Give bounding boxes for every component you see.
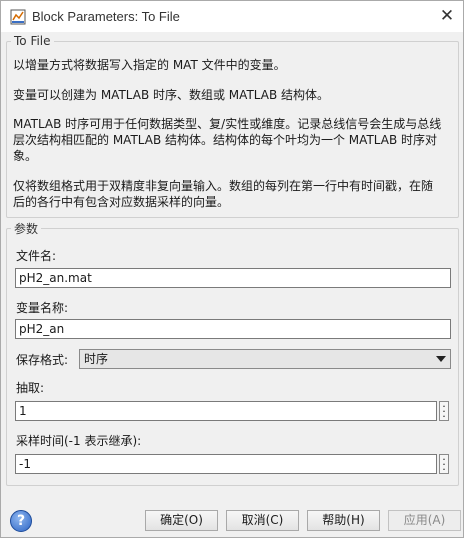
description-paragraph-1: 以增量方式将数据写入指定的 MAT 文件中的变量。	[13, 58, 286, 72]
chevron-down-icon	[436, 356, 446, 362]
vertical-dots-icon: · · ·	[442, 400, 446, 423]
cancel-button[interactable]: 取消(C)	[226, 510, 299, 531]
description-legend: To File	[14, 34, 51, 48]
close-icon: ✕	[439, 6, 455, 26]
ok-button[interactable]: 确定(O)	[145, 510, 218, 531]
description-paragraph-3: MATLAB 时序可用于任何数据类型、复/实性或维度。记录总线信号会生成与总线层…	[13, 117, 442, 163]
variable-name-label: 变量名称:	[16, 301, 69, 315]
dialog-window: Block Parameters: To File ✕ To File 以增量方…	[0, 0, 464, 538]
apply-button[interactable]: 应用(A)	[388, 510, 461, 531]
description-paragraph-4: 仅将数组格式用于双精度非复向量输入。数组的每列在第一行中有时间戳，在随后的各行中…	[13, 179, 434, 209]
help-button[interactable]: 帮助(H)	[307, 510, 380, 531]
simulink-block-icon	[10, 9, 26, 25]
save-format-label: 保存格式:	[16, 353, 69, 367]
close-button[interactable]: ✕	[431, 1, 463, 32]
decimation-input[interactable]: 1	[15, 401, 437, 421]
file-name-label: 文件名:	[16, 249, 57, 263]
sample-time-label: 采样时间(-1 表示继承):	[16, 434, 142, 448]
variable-name-input[interactable]: pH2_an	[15, 319, 451, 339]
vertical-dots-icon: · · ·	[442, 453, 446, 476]
description-paragraph-2: 变量可以创建为 MATLAB 时序、数组或 MATLAB 结构体。	[13, 88, 329, 102]
decimation-label: 抽取:	[16, 381, 45, 395]
file-name-input[interactable]: pH2_an.mat	[15, 268, 451, 288]
parameters-legend: 参数	[14, 222, 39, 236]
decimation-more-button[interactable]: · · ·	[439, 400, 449, 423]
title-bar[interactable]: Block Parameters: To File ✕	[1, 1, 463, 32]
save-format-select[interactable]: 时序	[79, 349, 451, 369]
window-title: Block Parameters: To File	[32, 9, 180, 24]
sample-time-more-button[interactable]: · · ·	[439, 453, 449, 476]
sample-time-input[interactable]: -1	[15, 454, 437, 474]
save-format-value: 时序	[84, 352, 109, 366]
help-icon[interactable]: ?	[10, 510, 32, 532]
